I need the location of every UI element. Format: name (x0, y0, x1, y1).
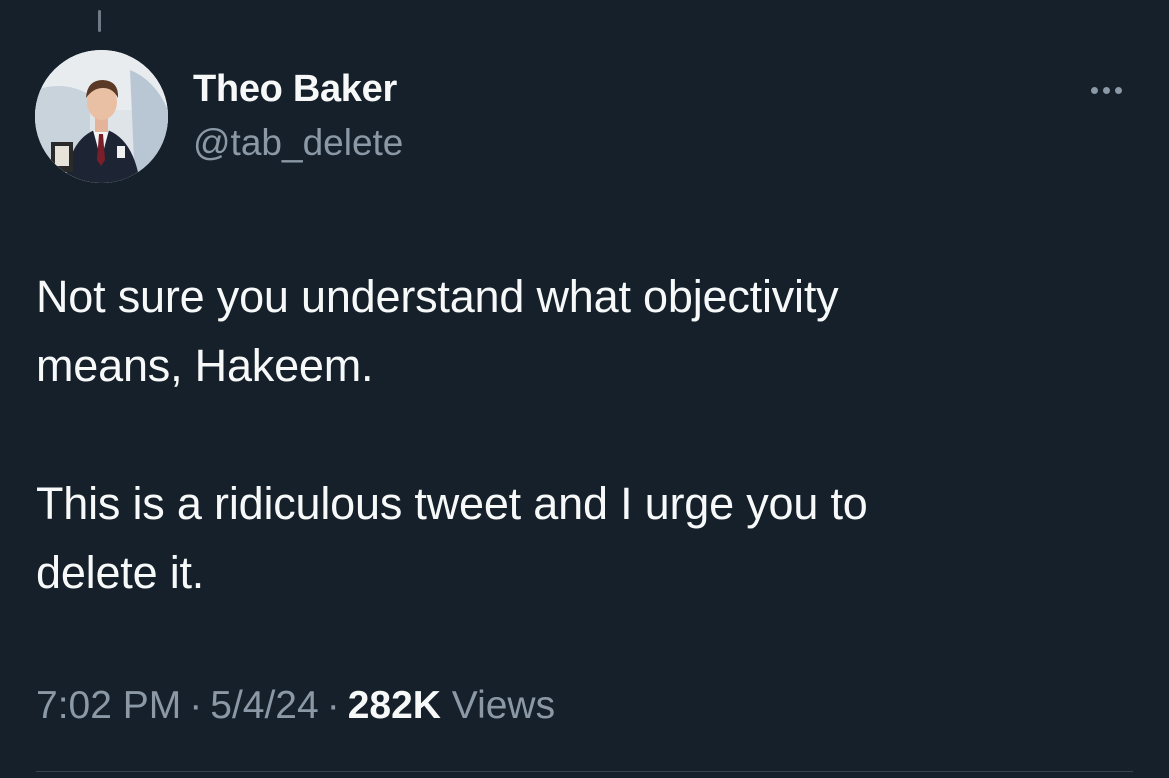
views-label: Views (451, 684, 556, 727)
author-handle[interactable]: @tab_delete (193, 122, 403, 164)
divider (36, 771, 1133, 772)
author-display-name[interactable]: Theo Baker (193, 68, 397, 111)
tweet-date[interactable]: 5/4/24 (210, 684, 318, 727)
tweet-paragraph: This is a ridiculous tweet and I urge yo… (36, 478, 868, 598)
more-horizontal-icon (1090, 86, 1122, 94)
tweet-paragraph: Not sure you understand what objectivity… (36, 271, 839, 391)
separator-dot: · (326, 684, 340, 727)
tweet-time[interactable]: 7:02 PM (36, 684, 181, 727)
tweet-metadata: 7:02 PM · 5/4/24 · 282K Views (36, 684, 555, 728)
more-options-button[interactable] (1081, 76, 1131, 104)
avatar[interactable] (35, 50, 168, 183)
separator-dot: · (189, 684, 203, 727)
avatar-photo (35, 50, 168, 183)
tweet-text: Not sure you understand what objectivity… (36, 262, 1136, 607)
thread-connector-line (98, 10, 101, 32)
views-count: 282K (347, 684, 441, 727)
